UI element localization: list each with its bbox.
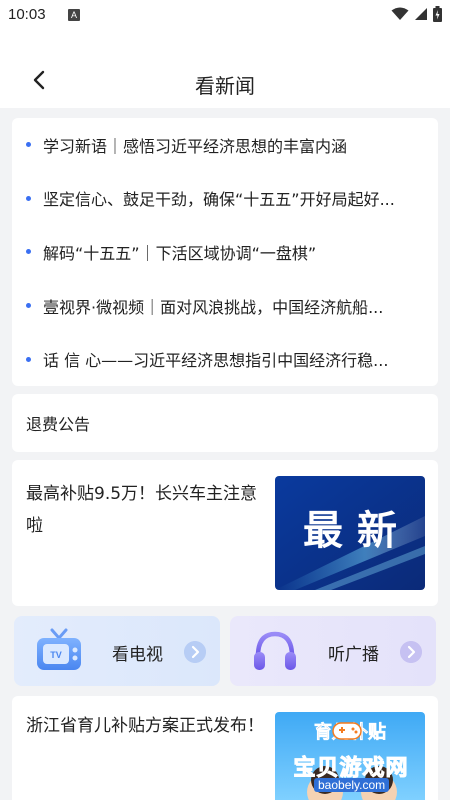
bullet-dot-icon — [26, 195, 31, 201]
watch-tv-button[interactable]: TV 看电视 — [14, 616, 220, 686]
news-item[interactable]: 话 信 心——习近平经济思想指引中国经济行稳... — [26, 332, 424, 386]
headphones-icon — [254, 631, 296, 670]
watermark-url: baobely.com — [314, 778, 390, 792]
status-icons — [391, 6, 442, 22]
listen-radio-label: 听广播 — [328, 645, 379, 665]
bullet-dot-icon — [26, 142, 31, 148]
bullet-dot-icon — [26, 249, 31, 255]
news-item[interactable]: 坚定信心、鼓足干劲，确保“十五五”开好局起好... — [26, 172, 424, 226]
news-item[interactable]: 解码“十五五”｜下活区域协调“一盘棋” — [26, 225, 424, 279]
gamepad-icon — [332, 722, 362, 740]
page-title: 看新闻 — [195, 74, 255, 98]
tv-icon: TV — [37, 628, 81, 670]
listen-radio-button[interactable]: 听广播 — [230, 616, 436, 686]
news-banner-image: 最 新 — [275, 476, 425, 590]
news-title: 话 信 心——习近平经济思想指引中国经济行稳... — [43, 351, 389, 371]
notification-icon: A — [68, 9, 80, 21]
status-bar: 10:03 A — [0, 0, 450, 30]
bullet-dot-icon — [26, 303, 31, 309]
feature-title: 浙江省育儿补贴方案正式发布！ — [26, 716, 264, 736]
status-time: 10:03 — [8, 6, 46, 23]
news-item[interactable]: 学习新语｜感悟习近平经济思想的丰富内涵 — [26, 118, 424, 172]
signal-icon — [415, 8, 427, 20]
banner-text: 最 新 — [303, 507, 397, 554]
news-list: 学习新语｜感悟习近平经济思想的丰富内涵 坚定信心、鼓足干劲，确保“十五五”开好局… — [12, 118, 438, 386]
news-title: 学习新语｜感悟习近平经济思想的丰富内涵 — [43, 136, 348, 156]
battery-icon — [433, 6, 442, 22]
bullet-dot-icon — [26, 356, 31, 362]
watermark: 宝贝游戏网 baobely.com — [276, 712, 432, 792]
watch-tv-label: 看电视 — [112, 645, 163, 665]
news-title: 坚定信心、鼓足干劲，确保“十五五”开好局起好... — [43, 190, 395, 210]
news-item[interactable]: 壹视界·微视频｜面对风浪挑战，中国经济航船... — [26, 279, 424, 333]
refund-notice-label: 退费公告 — [26, 415, 91, 434]
svg-text:TV: TV — [50, 650, 62, 660]
news-title: 壹视界·微视频｜面对风浪挑战，中国经济航船... — [43, 297, 384, 317]
feature-article[interactable]: 最高补贴9.5万！长兴车主注意啦 最 新 — [12, 460, 438, 606]
page-header: 看新闻 — [0, 30, 450, 108]
chevron-right-icon — [400, 641, 422, 663]
chevron-right-icon — [184, 641, 206, 663]
feature-title: 最高补贴9.5万！长兴车主注意啦 — [26, 484, 258, 536]
feature-thumbnail: 最 新 — [275, 476, 425, 590]
news-title: 解码“十五五”｜下活区域协调“一盘棋” — [43, 243, 317, 263]
refund-notice[interactable]: 退费公告 — [12, 394, 438, 452]
wifi-icon — [391, 7, 409, 20]
